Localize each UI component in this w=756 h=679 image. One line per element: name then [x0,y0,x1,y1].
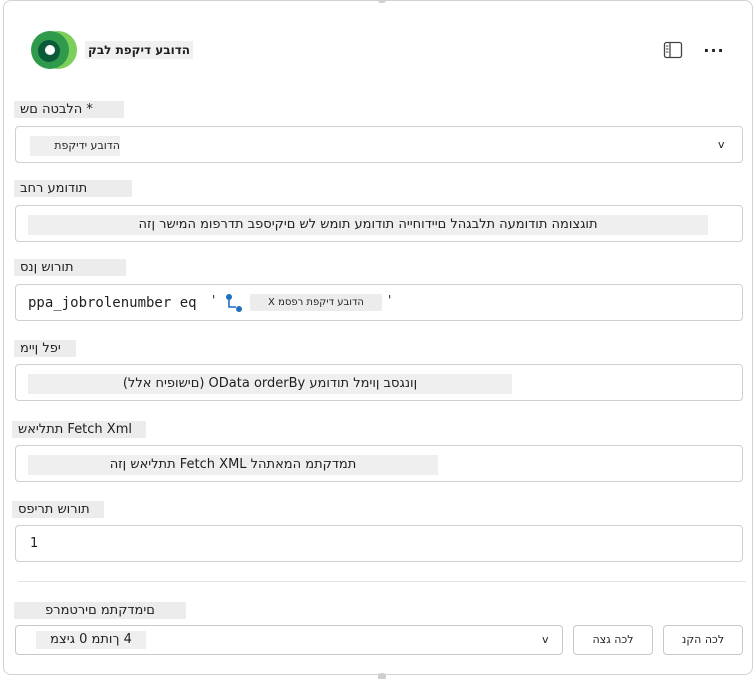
fetch-xml-value: תמדקתמ המאתהל Fetch XML תתליאש ןזה [28,455,438,475]
clear-all-button[interactable]: לכה הקנ [663,625,743,655]
name-label: * הלבטה םש [14,101,124,118]
dynamics-logo-icon [31,31,77,69]
description-value: תוגצומה תודומעה תלבגהל םיידוחייה תודומע … [28,215,708,235]
flow-icon [226,294,242,312]
advanced-params-dropdown[interactable]: 4 ךותמ 0 גיצמ v [15,625,563,655]
description-label: תודומע רחב [14,180,132,197]
sort-input[interactable]: ןונגסב ןוימל תודומע OData orderBy (םישופ… [15,364,743,401]
row-count-label: תורוש תריפס [12,501,104,518]
section-divider [18,581,746,582]
token-label: הדובע דיקפת רפסמ X [250,294,382,311]
panel-icon[interactable] [661,39,685,61]
sort-value: ןונגסב ןוימל תודומע OData orderBy (םישופ… [28,374,512,394]
card-notch-bottom [378,673,386,679]
action-card: הדובע דיקפת לבק ··· * הלבטה םש הדובע ידי… [3,0,753,679]
filter-label: תורוש ןנס [14,259,126,276]
description-input[interactable]: תוגצומה תודומעה תלבגהל םיידוחייה תודומע … [15,205,743,242]
row-count-input[interactable]: 1 [15,525,743,562]
row-count-value: 1 [30,536,39,551]
name-value: הדובע ידיקפת [30,136,120,156]
chevron-down-icon: v [718,138,725,151]
card-notch-top [378,0,386,3]
advanced-params-label: םימדקתמ םירטמרפ [14,602,186,619]
fetch-xml-label: Fetch Xml תתליאש [12,421,146,438]
filter-quote-open: ' [212,293,216,307]
chevron-down-icon: v [542,633,549,646]
action-title: הדובע דיקפת לבק [85,41,194,59]
filter-quote-close: ' [388,293,392,307]
fetch-xml-input[interactable]: תמדקתמ המאתהל Fetch XML תתליאש ןזה [15,445,743,482]
filter-code-text: ppa_jobrolenumber eq [28,295,197,311]
dynamic-content-token[interactable]: הדובע דיקפת רפסמ X [222,292,382,314]
more-options-icon[interactable]: ··· [702,39,726,61]
sort-label: יפל ןיימ [14,340,76,357]
name-dropdown[interactable]: הדובע ידיקפת v [15,126,743,163]
show-all-button[interactable]: לכה גצה [573,625,653,655]
filter-input[interactable]: ppa_jobrolenumber eq ' הדובע דיקפת רפסמ … [15,284,743,321]
advanced-params-value: 4 ךותמ 0 גיצמ [36,631,146,649]
